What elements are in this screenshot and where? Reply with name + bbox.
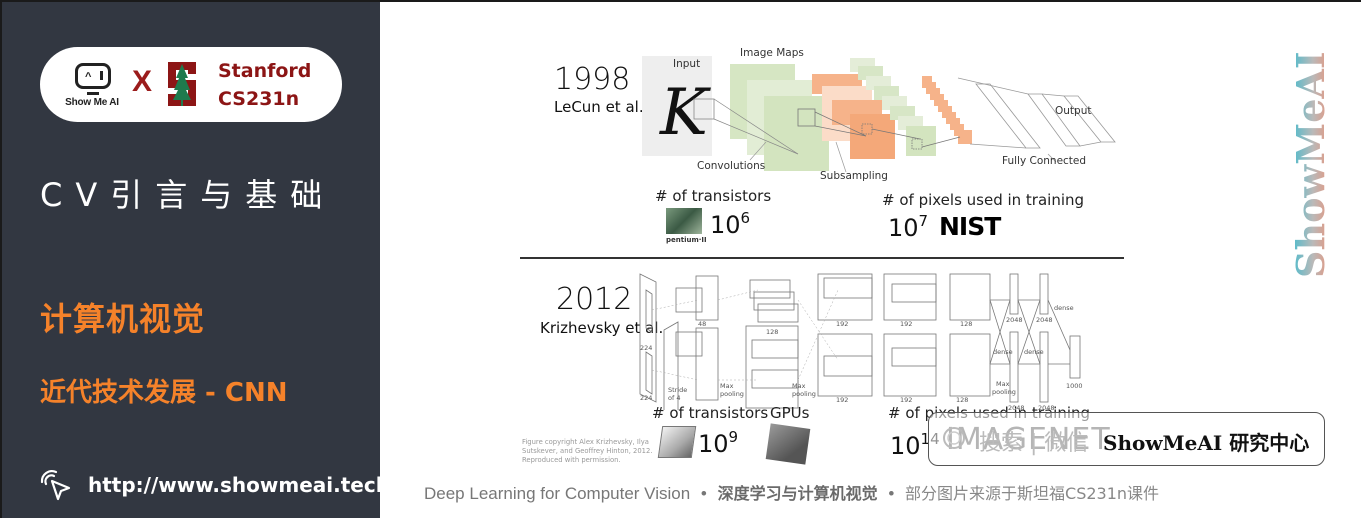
slide-frame: ^ Show Me AI X Stanford CS231n CV引言与基础 计… [0,0,1361,518]
footer-separator: • [888,484,895,503]
alexnet-diagram: 224 224 48 128 192 192 128 192 192 128 2048 204… [639,273,1083,410]
era-divider [520,257,1124,259]
svg-text:Max: Max [996,380,1010,388]
svg-text:192: 192 [836,320,848,328]
lenet-pixels-value: 107 [888,212,929,242]
alexnet-year: 2012 [556,282,633,317]
svg-text:pooling: pooling [792,390,816,398]
gpu-image [765,423,811,465]
svg-text:dense: dense [1054,304,1074,312]
monitor-icon: ^ [75,63,111,89]
label-subsampling: Subsampling [820,170,888,182]
pentium-label: pentium·II [666,236,707,244]
lenet-transistors-label: # of transistors [655,187,772,205]
search-brand-text: ShowMeAI 研究中心 [1103,431,1310,455]
svg-text:1000: 1000 [1066,382,1083,390]
label-convolutions: Convolutions [697,160,766,172]
stanford-logo-icon [168,62,196,106]
feature-map [764,96,829,171]
svg-text:192: 192 [836,396,848,404]
svg-text:224: 224 [640,394,652,402]
svg-text:dense: dense [993,348,1013,356]
brand-banner: ^ Show Me AI X Stanford CS231n [40,47,342,122]
slide-footer: Deep Learning for Computer Vision • 深度学习… [424,480,1159,504]
collab-cross: X [132,65,153,98]
website-link[interactable]: http://www.showmeai.tech/ [38,468,397,502]
svg-text:48: 48 [698,320,706,328]
svg-text:Max: Max [792,382,806,390]
partner-name: Stanford CS231n [218,57,311,113]
partner-line-1: Stanford [218,60,312,82]
subsample-map [850,114,895,159]
svg-text:pooling: pooling [992,388,1016,396]
slide-content: 1998 LeCun et al. K Input Image Maps Con… [380,2,1361,518]
lenet-author: LeCun et al. [554,98,644,116]
section-title: 计算机视觉 [40,300,206,338]
footer-separator: • [700,484,707,503]
svg-text:192: 192 [900,320,912,328]
footer-english: Deep Learning for Computer Vision [424,484,691,503]
course-title: CV引言与基础 [40,176,336,214]
section-subtitle: 近代技术发展 - CNN [40,378,288,408]
showmeai-watermark: ShowMeAI [1288,51,1333,278]
svg-text:dense: dense [1024,348,1044,356]
svg-text:Max: Max [720,382,734,390]
svg-text:2048: 2048 [1006,316,1023,324]
svg-text:ShowMeAI: ShowMeAI [1288,51,1333,278]
svg-text:128: 128 [960,320,972,328]
svg-text:224: 224 [640,344,652,352]
footer-course-cn: 深度学习与计算机视觉 [717,484,878,503]
intel-cpu-image [657,426,697,458]
svg-text:128: 128 [956,396,968,404]
label-input: Input [673,58,701,70]
search-ghost-text: 搜索 | 微信 [979,431,1089,456]
lenet-pixels-label: # of pixels used in training [882,191,1085,209]
logo-label: Show Me AI [65,97,119,108]
label-fully-connected: Fully Connected [1002,155,1087,167]
svg-text:128: 128 [766,328,778,336]
alexnet-transistors-value: 109 [698,428,739,458]
gpus-label: GPUs [770,404,810,422]
pentium-chip-image [666,208,702,234]
svg-text:pooling: pooling [720,390,744,398]
lenet-year: 1998 [554,62,631,97]
cursor-click-icon [40,470,71,501]
footer-source-note: 部分图片来源于斯坦福CS231n课件 [905,484,1160,503]
input-glyph: K [659,76,711,150]
nist-logo: NIST [939,212,1001,241]
search-icon [943,427,965,449]
alexnet-transistors-label: # of transistors [652,404,769,422]
showmeai-logo: ^ Show Me AI [60,59,124,111]
label-image-maps: Image Maps [740,47,804,59]
wechat-search-box[interactable]: 搜索 | 微信 ShowMeAI 研究中心 [928,412,1325,466]
figure-copyright: Figure copyright Alex Krizhevsky, Ilya S… [522,438,653,464]
partner-line-2: CS231n [218,88,300,110]
svg-text:Stride: Stride [668,386,687,394]
svg-text:192: 192 [900,396,912,404]
lenet-transistors-value: 106 [710,209,751,239]
label-output: Output [1055,105,1092,117]
svg-text:2048: 2048 [1036,316,1053,324]
sidebar: ^ Show Me AI X Stanford CS231n CV引言与基础 计… [2,2,397,518]
website-url[interactable]: http://www.showmeai.tech/ [88,473,397,497]
svg-text:of 4: of 4 [668,394,680,402]
